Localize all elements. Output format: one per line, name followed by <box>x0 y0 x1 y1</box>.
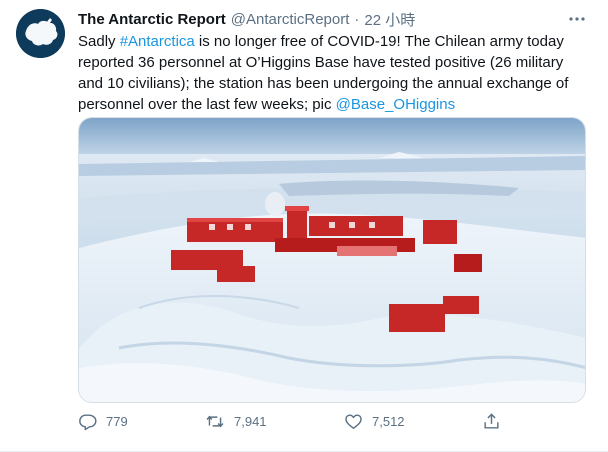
tweet-actions: 779 7,941 7,512 <box>78 412 508 434</box>
retweet-icon <box>206 415 224 428</box>
hashtag-link[interactable]: #Antarctica <box>120 33 195 50</box>
like-count: 7,512 <box>372 414 405 429</box>
like-button[interactable]: 7,512 <box>344 412 405 431</box>
author-handle[interactable]: @AntarcticReport <box>231 11 350 28</box>
tweet-card[interactable]: The Antarctic Report @AntarcticReport · … <box>0 0 608 452</box>
author-avatar[interactable] <box>16 9 65 58</box>
tweet-text-part1: Sadly <box>78 33 120 50</box>
reply-icon <box>79 414 97 431</box>
reply-count: 779 <box>106 414 128 429</box>
retweet-count: 7,941 <box>234 414 267 429</box>
more-options-button[interactable] <box>568 10 586 28</box>
more-horizontal-icon <box>569 17 585 21</box>
antarctic-base-photo <box>79 118 585 402</box>
heart-icon <box>345 414 362 429</box>
mention-link[interactable]: @Base_OHiggins <box>336 96 455 113</box>
antarctica-map-icon <box>16 9 65 58</box>
header-separator: · <box>354 10 360 28</box>
author-display-name[interactable]: The Antarctic Report <box>78 11 226 28</box>
retweet-button[interactable]: 7,941 <box>205 412 267 431</box>
tweet-text: Sadly #Antarctica is no longer free of C… <box>78 31 588 115</box>
tweet-header: The Antarctic Report @AntarcticReport · … <box>78 9 415 29</box>
reply-button[interactable]: 779 <box>78 412 128 431</box>
share-icon <box>484 413 499 429</box>
tweet-timestamp[interactable]: 22 小時 <box>364 9 415 30</box>
tweet-photo[interactable] <box>78 117 586 403</box>
share-button[interactable] <box>482 412 501 431</box>
